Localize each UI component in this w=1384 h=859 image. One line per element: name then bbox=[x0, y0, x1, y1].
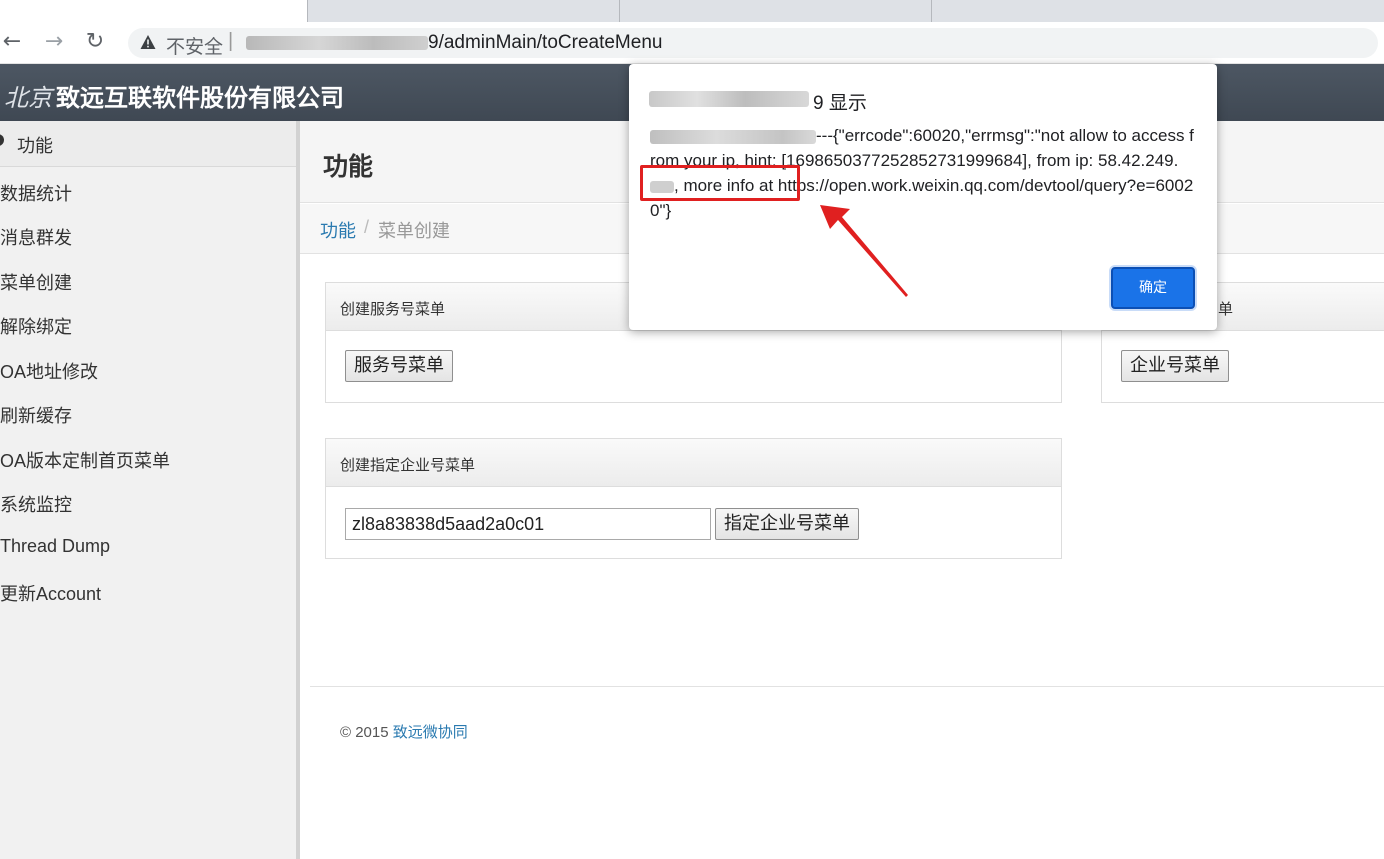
brand-city: 北京 bbox=[4, 84, 52, 112]
sidebar-item-data-stats[interactable]: 数据统计 bbox=[0, 180, 72, 206]
company-brand: 北京 致远互联软件股份有限公司 bbox=[4, 78, 344, 113]
sidebar: 功能 数据统计 消息群发 菜单创建 解除绑定 OA地址修改 刷新缓存 OA版本定… bbox=[0, 121, 300, 859]
warning-triangle-icon[interactable] bbox=[140, 34, 156, 50]
sidebar-item-mass-message[interactable]: 消息群发 bbox=[0, 224, 72, 250]
dialog-title: 9 显示 bbox=[813, 93, 867, 114]
enterprise-menu-button[interactable]: 企业号菜单 bbox=[1121, 350, 1229, 382]
reload-icon[interactable]: ↻ bbox=[83, 30, 107, 54]
dialog-ok-button[interactable]: 确定 bbox=[1111, 267, 1195, 309]
browser-tab-active[interactable] bbox=[0, 0, 308, 22]
back-arrow-icon[interactable]: ← bbox=[0, 30, 24, 54]
service-menu-button[interactable]: 服务号菜单 bbox=[345, 350, 453, 382]
url-path[interactable]: 9/adminMain/toCreateMenu bbox=[428, 32, 662, 54]
message-redacted bbox=[650, 129, 816, 144]
sidebar-section-header[interactable]: 功能 bbox=[0, 121, 296, 167]
footer: © 2015 致远微协同 bbox=[340, 721, 468, 742]
browser-tab[interactable] bbox=[308, 0, 620, 22]
dialog-title-redacted bbox=[649, 91, 809, 107]
panel-title: 创建服务号菜单 bbox=[340, 301, 446, 318]
corp-id-input[interactable]: zl8a83838d5aad2a0c01 bbox=[345, 508, 711, 540]
footer-copyright: © 2015 bbox=[340, 724, 389, 741]
address-bar[interactable]: 不安全 | 9/adminMain/toCreateMenu bbox=[128, 28, 1378, 58]
sidebar-item-system-monitor[interactable]: 系统监控 bbox=[0, 491, 72, 517]
sidebar-item-oa-address[interactable]: OA地址修改 bbox=[0, 358, 98, 384]
browser-tab[interactable] bbox=[620, 0, 932, 22]
sidebar-item-update-account[interactable]: 更新Account bbox=[0, 580, 101, 606]
breadcrumb-current: 菜单创建 bbox=[378, 221, 450, 241]
sidebar-section-label: 功能 bbox=[17, 136, 53, 156]
panel-header: 创建指定企业号菜单 bbox=[326, 439, 1061, 487]
annotation-highlight-box bbox=[640, 165, 800, 201]
specified-enterprise-menu-button[interactable]: 指定企业号菜单 bbox=[715, 508, 859, 540]
panel-title: 创建指定企业号菜单 bbox=[340, 457, 476, 474]
sidebar-item-unbind[interactable]: 解除绑定 bbox=[0, 313, 72, 339]
browser-toolbar: ← → ↻ 不安全 | 9/adminMain/toCreateMenu bbox=[0, 22, 1384, 64]
footer-divider bbox=[310, 686, 1384, 687]
url-redacted-host bbox=[246, 36, 428, 50]
address-separator: | bbox=[228, 30, 234, 52]
footer-link[interactable]: 致远微协同 bbox=[393, 724, 468, 741]
section-bullet-icon bbox=[0, 134, 4, 146]
annotation-arrow-icon bbox=[820, 205, 908, 297]
forward-arrow-icon[interactable]: → bbox=[42, 30, 66, 54]
breadcrumb-root-link[interactable]: 功能 bbox=[320, 217, 356, 243]
page-title: 功能 bbox=[323, 153, 374, 181]
security-label[interactable]: 不安全 bbox=[166, 32, 223, 59]
sidebar-item-menu-create[interactable]: 菜单创建 bbox=[0, 269, 72, 295]
sidebar-item-thread-dump[interactable]: Thread Dump bbox=[0, 536, 110, 557]
browser-tab-strip bbox=[0, 0, 1384, 22]
breadcrumb-separator: / bbox=[364, 217, 370, 237]
sidebar-item-oa-home-menu[interactable]: OA版本定制首页菜单 bbox=[0, 447, 170, 473]
panel-specified-enterprise-menu: 创建指定企业号菜单 zl8a83838d5aad2a0c01 指定企业号菜单 bbox=[325, 438, 1062, 559]
panel-title: 单 bbox=[1218, 301, 1234, 318]
sidebar-item-refresh-cache[interactable]: 刷新缓存 bbox=[0, 402, 72, 428]
brand-company: 致远互联软件股份有限公司 bbox=[56, 83, 344, 112]
